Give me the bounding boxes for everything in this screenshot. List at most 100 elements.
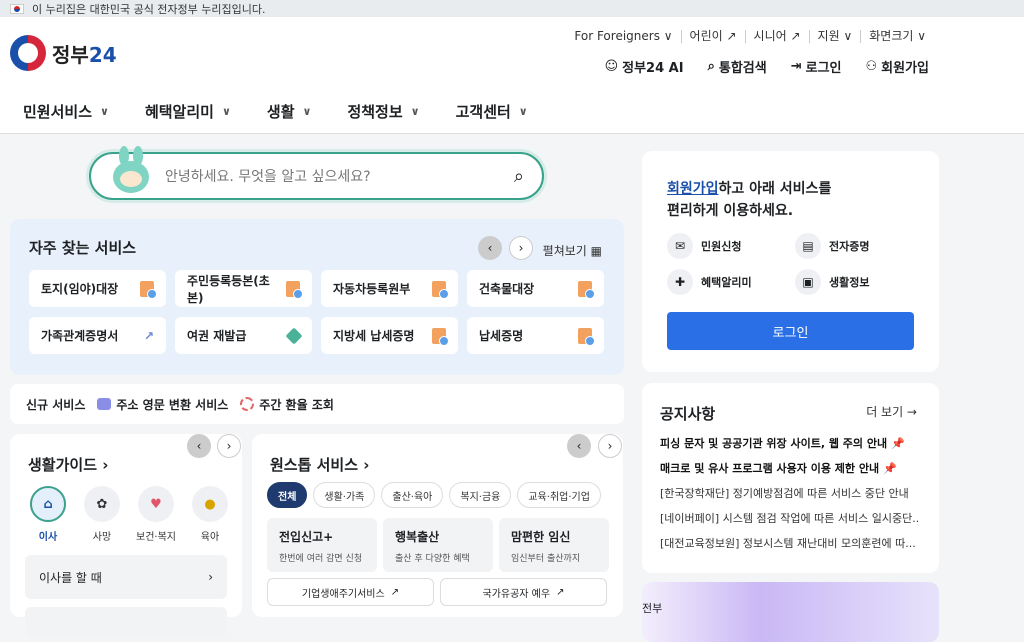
chevron-right-icon: › bbox=[607, 439, 613, 453]
new-services-label: 신규 서비스 bbox=[26, 397, 86, 412]
frequent-services-grid: 토지(임야)대장 주민등록등본(초본) 자동차등록원부 건축물대장 가족관계증명… bbox=[29, 270, 604, 354]
document-icon bbox=[140, 280, 157, 299]
one-stop-tabs: 전체 생활·가족 출산·육아 복지·금융 교육·취업·기업 bbox=[267, 482, 601, 508]
frequent-services: 자주 찾는 서비스 ‹ › 펼쳐보기 ▦ 토지(임야)대장 주민등록등본(초본)… bbox=[10, 219, 624, 375]
flower-icon: ✿ bbox=[84, 486, 120, 522]
nav-item-support[interactable]: 고객센터 ∨ bbox=[456, 101, 528, 122]
life-guide-title[interactable]: 생활가이드 › bbox=[28, 454, 108, 475]
benefit-civil-apply: ✉ 민원신청 bbox=[667, 233, 795, 259]
link-veteran-honor[interactable]: 국가유공자 예우 ↗ bbox=[440, 578, 607, 606]
expand-button[interactable]: 펼쳐보기 ▦ bbox=[543, 242, 602, 259]
document-icon bbox=[432, 280, 449, 299]
ai-button[interactable]: ☺ 정부24 AI bbox=[605, 57, 684, 76]
tab-welfare-finance[interactable]: 복지·금융 bbox=[449, 482, 512, 508]
one-stop-card: 원스톱 서비스 › ‹ › 전체 생활·가족 출산·육아 복지·금융 교육·취업… bbox=[252, 434, 623, 617]
external-link-icon: ↗ bbox=[143, 328, 154, 343]
nav-item-life[interactable]: 생활 ∨ bbox=[267, 101, 312, 122]
book-icon: ▣ bbox=[795, 269, 821, 295]
guide-childcare[interactable]: ● 육아 bbox=[190, 486, 230, 543]
heart-icon: ♥ bbox=[138, 486, 174, 522]
service-car-register[interactable]: 자동차등록원부 bbox=[321, 270, 458, 307]
ai-search-box[interactable]: 안녕하세요. 무엇을 알고 싶으세요? ⌕ bbox=[89, 146, 544, 203]
service-building-register[interactable]: 건축물대장 bbox=[467, 270, 604, 307]
util-kids[interactable]: 어린이 ↗ bbox=[680, 30, 745, 43]
chevron-down-icon: ∨ bbox=[302, 105, 312, 118]
one-stop-move-in[interactable]: 전입신고+ 한번에 여러 감면 신청 bbox=[267, 518, 377, 572]
service-resident-register[interactable]: 주민등록등본(초본) bbox=[175, 270, 312, 307]
guide-health-welfare[interactable]: ♥ 보건·복지 bbox=[136, 486, 176, 543]
notice-item[interactable]: 피싱 문자 및 공공기관 위장 사이트, 웹 주의 안내 📌 bbox=[660, 431, 920, 456]
chevron-right-icon: › bbox=[518, 241, 524, 255]
login-button[interactable]: 로그인 bbox=[667, 312, 914, 350]
tab-edu-job-biz[interactable]: 교육·취업·기업 bbox=[517, 482, 601, 508]
promo-banner[interactable]: 전부 bbox=[642, 582, 939, 642]
banner-text: 전부 bbox=[642, 602, 663, 615]
service-local-tax-cert[interactable]: 지방세 납세증명 bbox=[321, 317, 458, 354]
tab-life-family[interactable]: 생활·가족 bbox=[313, 482, 376, 508]
service-tax-cert[interactable]: 납세증명 bbox=[467, 317, 604, 354]
one-stop-happy-birth[interactable]: 행복출산 출산 후 다양한 혜택 bbox=[383, 518, 493, 572]
login-link[interactable]: ⇥ 로그인 bbox=[791, 57, 842, 76]
benefit-life-info: ▣ 생활정보 bbox=[795, 269, 923, 295]
service-passport-reissue[interactable]: 여권 재발급 bbox=[175, 317, 312, 354]
next-button[interactable]: › bbox=[598, 434, 622, 458]
frequent-services-title: 자주 찾는 서비스 bbox=[29, 239, 137, 257]
service-land-register[interactable]: 토지(임야)대장 bbox=[29, 270, 166, 307]
one-stop-pregnancy[interactable]: 맘편한 임신 임신부터 출산까지 bbox=[499, 518, 609, 572]
notice-item[interactable]: [한국장학재단] 정기예방점검에 따른 서비스 중단 안내 bbox=[660, 481, 920, 506]
util-support[interactable]: 지원 ∨ bbox=[808, 30, 861, 43]
prev-button[interactable]: ‹ bbox=[567, 434, 591, 458]
document-icon bbox=[286, 280, 303, 299]
certificate-icon: ▤ bbox=[795, 233, 821, 259]
login-benefit-list: ✉ 민원신청 ▤ 전자증명 ✚ 혜택알리미 ▣ 생활정보 bbox=[667, 233, 923, 295]
user-add-icon: ⚇ bbox=[865, 59, 878, 74]
site-header: 정부24 For Foreigners ∨ 어린이 ↗ 시니어 ↗ 지원 ∨ 화… bbox=[0, 17, 1024, 90]
new-service-address-convert[interactable]: 주소 영문 변환 서비스 bbox=[97, 396, 228, 413]
mascot-icon bbox=[109, 146, 153, 203]
chevron-right-icon: › bbox=[208, 570, 213, 584]
guide-moving[interactable]: ⌂ 이사 bbox=[28, 486, 68, 543]
one-stop-title[interactable]: 원스톱 서비스 › bbox=[270, 454, 369, 475]
prev-button[interactable]: ‹ bbox=[478, 236, 502, 260]
nav-item-benefit[interactable]: 혜택알리미 ∨ bbox=[145, 101, 231, 122]
service-family-cert[interactable]: 가족관계증명서 ↗ bbox=[29, 317, 166, 354]
benefit-alert: ✚ 혜택알리미 bbox=[667, 269, 795, 295]
search-input[interactable]: 안녕하세요. 무엇을 알고 싶으세요? bbox=[165, 166, 514, 186]
benefit-e-cert: ▤ 전자증명 bbox=[795, 233, 923, 259]
link-business-lifecycle[interactable]: 기업생애주기서비스 ↗ bbox=[267, 578, 434, 606]
life-guide-icons: ⌂ 이사 ✿ 사망 ♥ 보건·복지 ● 육아 bbox=[28, 486, 230, 543]
prev-button[interactable]: ‹ bbox=[187, 434, 211, 458]
chevron-left-icon: ‹ bbox=[196, 439, 202, 453]
login-message: 회원가입하고 아래 서비스를 편리하게 이용하세요. bbox=[667, 181, 832, 219]
notice-item[interactable]: [대전교육정보원] 정보시스템 재난대비 모의훈련에 따... bbox=[660, 531, 920, 556]
guide-list-item[interactable]: 이사를 할 때 › bbox=[25, 555, 227, 599]
mail-icon bbox=[97, 398, 112, 410]
notice-item[interactable]: [네이버페이] 시스템 점검 작업에 따른 서비스 일시중단... bbox=[660, 506, 920, 531]
next-button[interactable]: › bbox=[217, 434, 241, 458]
login-card: 회원가입하고 아래 서비스를 편리하게 이용하세요. ✉ 민원신청 ▤ 전자증명 ✚… bbox=[642, 151, 939, 372]
util-font-size[interactable]: 화면크기 ∨ bbox=[860, 30, 934, 43]
tab-birth-childcare[interactable]: 출산·육아 bbox=[381, 482, 444, 508]
guide-death[interactable]: ✿ 사망 bbox=[82, 486, 122, 543]
site-logo[interactable]: 정부24 bbox=[10, 35, 117, 71]
integrated-search-button[interactable]: ⌕ 통합검색 bbox=[708, 57, 767, 76]
one-stop-cards: 전입신고+ 한번에 여러 감면 신청 행복출산 출산 후 다양한 혜택 맘편한 임신… bbox=[267, 518, 609, 572]
search-icon[interactable]: ⌕ bbox=[514, 166, 524, 187]
pin-icon: 📌 bbox=[882, 462, 897, 475]
envelope-icon: ✉ bbox=[667, 233, 693, 259]
util-foreigners[interactable]: For Foreigners ∨ bbox=[566, 30, 680, 43]
new-service-exchange-rate[interactable]: 주간 환율 조회 bbox=[240, 396, 334, 413]
nav-item-civil[interactable]: 민원서비스 ∨ bbox=[23, 101, 109, 122]
gov-banner-text: 이 누리집은 대한민국 공식 전자정부 누리집입니다. bbox=[32, 2, 266, 16]
util-senior[interactable]: 시니어 ↗ bbox=[744, 30, 809, 43]
notice-item[interactable]: 매크로 및 유사 프로그램 사용자 이용 제한 안내 📌 bbox=[660, 456, 920, 481]
next-button[interactable]: › bbox=[509, 236, 533, 260]
pen-icon bbox=[285, 327, 303, 344]
tab-all[interactable]: 전체 bbox=[267, 482, 308, 508]
more-link[interactable]: 더 보기 → bbox=[866, 403, 917, 420]
signup-link[interactable]: 회원가입 bbox=[667, 181, 719, 197]
guide-list-item[interactable] bbox=[25, 607, 227, 637]
signup-link[interactable]: ⚇ 회원가입 bbox=[866, 57, 930, 76]
house-icon: ⌂ bbox=[30, 486, 66, 522]
nav-item-policy[interactable]: 정책정보 ∨ bbox=[347, 101, 419, 122]
